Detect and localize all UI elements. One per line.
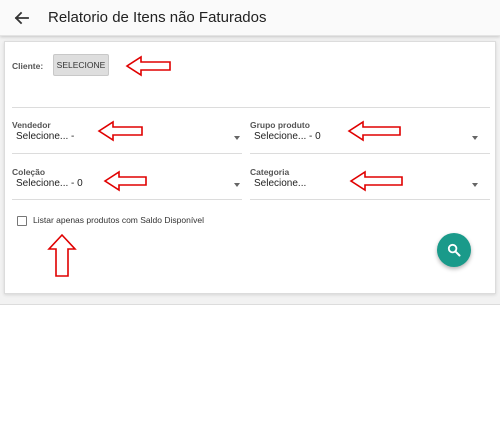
saldo-checkbox[interactable] bbox=[17, 216, 27, 226]
annotation-arrow bbox=[125, 55, 171, 77]
app-bar: Relatorio de Itens não Faturados bbox=[0, 0, 500, 36]
annotation-arrow bbox=[349, 170, 403, 192]
grupo-produto-select[interactable]: Selecione... - 0 bbox=[254, 131, 321, 142]
cliente-label: Cliente: bbox=[12, 61, 44, 71]
vendedor-dropdown-icon[interactable] bbox=[234, 136, 240, 140]
colecao-label: Coleção bbox=[12, 167, 46, 177]
colecao-select[interactable]: Selecione... - 0 bbox=[16, 178, 83, 189]
divider bbox=[250, 199, 490, 200]
categoria-select[interactable]: Selecione... bbox=[254, 178, 306, 189]
cliente-select-button[interactable]: SELECIONE bbox=[53, 54, 109, 76]
back-button[interactable] bbox=[12, 8, 32, 28]
arrow-left-icon bbox=[14, 11, 29, 25]
annotation-arrow bbox=[347, 120, 401, 142]
divider bbox=[250, 153, 490, 154]
filter-card: Cliente: SELECIONE Vendedor Selecione...… bbox=[4, 41, 496, 294]
grupo-produto-dropdown-icon[interactable] bbox=[472, 136, 478, 140]
colecao-dropdown-icon[interactable] bbox=[234, 183, 240, 187]
search-icon bbox=[447, 243, 461, 257]
annotation-arrow-up bbox=[47, 233, 77, 277]
categoria-dropdown-icon[interactable] bbox=[472, 183, 478, 187]
divider bbox=[12, 199, 242, 200]
divider bbox=[12, 107, 490, 108]
saldo-checkbox-label: Listar apenas produtos com Saldo Disponí… bbox=[33, 215, 205, 225]
grupo-produto-label: Grupo produto bbox=[250, 120, 310, 130]
categoria-label: Categoria bbox=[250, 167, 290, 177]
results-panel bbox=[0, 304, 500, 441]
annotation-arrow bbox=[97, 120, 143, 142]
page-title: Relatorio de Itens não Faturados bbox=[48, 9, 267, 26]
search-button[interactable] bbox=[437, 233, 471, 267]
vendedor-select[interactable]: Selecione... - bbox=[16, 131, 74, 142]
divider bbox=[12, 153, 242, 154]
vendedor-label: Vendedor bbox=[12, 120, 51, 130]
annotation-arrow bbox=[103, 170, 147, 192]
